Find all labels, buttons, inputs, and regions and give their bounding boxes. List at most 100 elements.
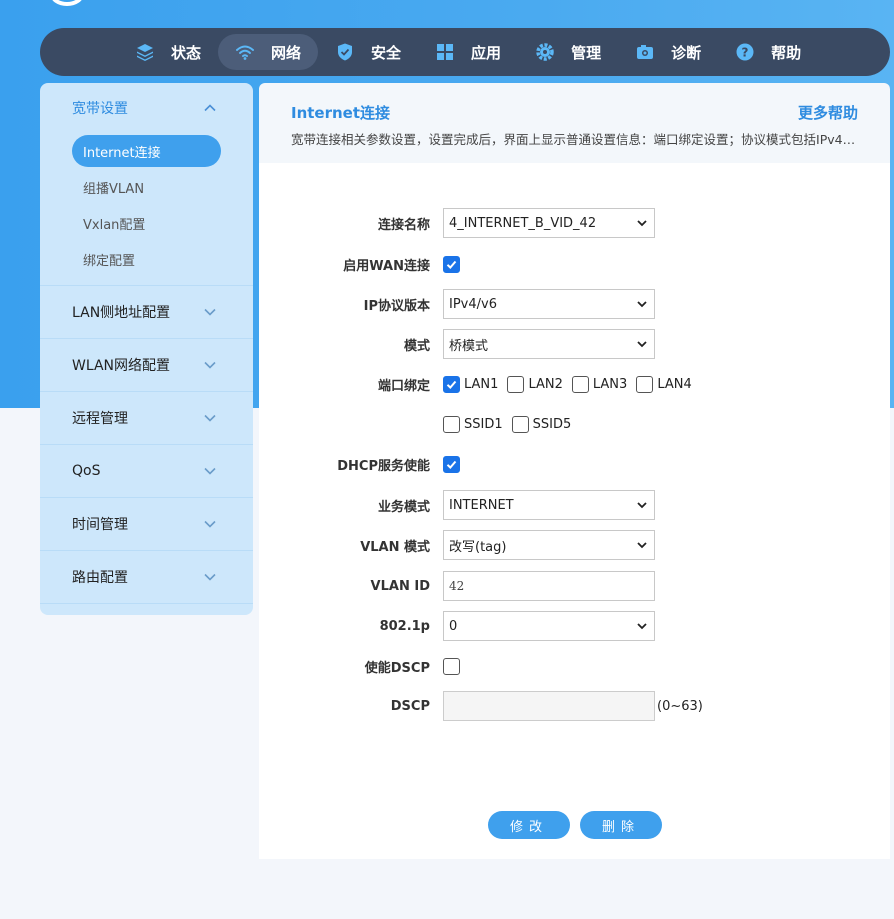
ssid5[interactable]: SSID5 bbox=[511, 415, 572, 433]
port-lan3-checkbox[interactable] bbox=[571, 375, 589, 393]
sidebar-group-label: QoS bbox=[72, 463, 101, 479]
port-lan4-checkbox[interactable] bbox=[636, 375, 654, 393]
more-help-link[interactable]: 更多帮助 bbox=[798, 102, 858, 123]
sidebar-group-lan-header[interactable]: LAN侧地址配置 bbox=[40, 286, 253, 338]
port-lan1[interactable]: LAN1 bbox=[443, 375, 499, 393]
chevron-down-icon bbox=[204, 573, 216, 581]
ip-version-label: IP协议版本 bbox=[363, 298, 430, 314]
check-icon bbox=[446, 460, 457, 469]
dscp-label: DSCP bbox=[390, 698, 430, 714]
row-service-mode: 业务模式 INTERNET bbox=[259, 490, 890, 520]
port-bind-label: 端口绑定 bbox=[377, 378, 430, 394]
port-lan1-checkbox[interactable] bbox=[443, 375, 460, 393]
dscp-input[interactable] bbox=[443, 691, 655, 721]
sidebar: 宽带设置 Internet连接 组播VLAN Vxlan配置 绑定配置 LAN侧… bbox=[40, 83, 253, 615]
sidebar-group-qos: QoS bbox=[40, 445, 253, 498]
row-dscp: DSCP (0~63) bbox=[259, 691, 890, 721]
sidebar-item-vxlan[interactable]: Vxlan配置 bbox=[72, 207, 221, 239]
sidebar-group-qos-header[interactable]: QoS bbox=[40, 445, 253, 497]
ip-version-value: IPv4/v6 bbox=[449, 296, 497, 312]
chevron-down-icon bbox=[204, 361, 216, 369]
sidebar-item-binding[interactable]: 绑定配置 bbox=[72, 243, 221, 275]
service-mode-value: INTERNET bbox=[449, 497, 514, 513]
conn-name-value: 4_INTERNET_B_VID_42 bbox=[449, 215, 597, 231]
vlan-id-label: VLAN ID bbox=[370, 578, 430, 594]
chevron-down-icon bbox=[204, 467, 216, 475]
nav-help[interactable]: ? 帮助 bbox=[718, 34, 818, 70]
port-lan2-label: LAN2 bbox=[528, 376, 563, 392]
conn-name-select[interactable]: 4_INTERNET_B_VID_42 bbox=[443, 208, 655, 238]
dhcp-label: DHCP服务使能 bbox=[337, 458, 430, 474]
sidebar-item-internet[interactable]: Internet连接 bbox=[72, 135, 221, 167]
sidebar-group-label: LAN侧地址配置 bbox=[72, 305, 171, 321]
sidebar-submenu: Internet连接 组播VLAN Vxlan配置 绑定配置 bbox=[40, 133, 253, 285]
row-vlan-id: VLAN ID 42 bbox=[259, 571, 890, 601]
nav-manage[interactable]: 管理 bbox=[518, 34, 618, 70]
sidebar-group-wlan-header[interactable]: WLAN网络配置 bbox=[40, 339, 253, 391]
nav-security[interactable]: 安全 bbox=[318, 34, 418, 70]
nav-network[interactable]: 网络 bbox=[218, 34, 319, 70]
row-port-bind: 端口绑定 LAN1 LAN2 LAN3 LAN4 bbox=[259, 369, 890, 399]
shield-icon bbox=[335, 42, 355, 62]
camera-icon bbox=[635, 42, 655, 62]
chevron-down-icon bbox=[637, 623, 647, 630]
nav-apps[interactable]: 应用 bbox=[418, 34, 518, 70]
sidebar-item-multicast-vlan[interactable]: 组播VLAN bbox=[72, 171, 221, 203]
port-lan1-label: LAN1 bbox=[464, 376, 499, 392]
port-lan3[interactable]: LAN3 bbox=[571, 375, 628, 393]
sidebar-group-broadband-header[interactable]: 宽带设置 bbox=[40, 83, 253, 133]
mode-select[interactable]: 桥模式 bbox=[443, 329, 655, 359]
ssid1[interactable]: SSID1 bbox=[443, 415, 503, 433]
row-ip-version: IP协议版本 IPv4/v6 bbox=[259, 289, 890, 319]
page-title: Internet连接 bbox=[291, 104, 391, 122]
modify-button[interactable]: 修改 bbox=[488, 811, 570, 839]
enable-wan-label: 启用WAN连接 bbox=[343, 258, 430, 274]
nav-network-label: 网络 bbox=[271, 43, 302, 62]
form-panel: 连接名称 4_INTERNET_B_VID_42 启用WAN连接 IP协议版本 … bbox=[259, 163, 890, 859]
nav-status-label: 状态 bbox=[171, 43, 202, 62]
vlan-id-input[interactable]: 42 bbox=[443, 571, 655, 601]
nav-help-label: 帮助 bbox=[771, 43, 802, 62]
ssid5-checkbox[interactable] bbox=[511, 415, 529, 433]
row-enable-wan: 启用WAN连接 bbox=[259, 249, 890, 279]
enable-wan-checkbox[interactable] bbox=[443, 255, 460, 273]
vlan-mode-label: VLAN 模式 bbox=[360, 539, 430, 555]
gear-icon bbox=[535, 42, 555, 62]
row-8021p: 802.1p 0 bbox=[259, 611, 890, 641]
sidebar-group-time-header[interactable]: 时间管理 bbox=[40, 498, 253, 550]
port-lan3-label: LAN3 bbox=[592, 376, 628, 392]
sidebar-group-route-header[interactable]: 路由配置 bbox=[40, 551, 253, 603]
row-vlan-mode: VLAN 模式 改写(tag) bbox=[259, 530, 890, 560]
mode-label: 模式 bbox=[403, 338, 430, 354]
sidebar-group-wlan: WLAN网络配置 bbox=[40, 339, 253, 392]
sidebar-group-remote-header[interactable]: 远程管理 bbox=[40, 392, 253, 444]
dscp-enable-checkbox[interactable] bbox=[443, 657, 460, 675]
delete-button[interactable]: 删除 bbox=[580, 811, 662, 839]
dscp-range: (0~63) bbox=[657, 698, 703, 714]
port-lan2[interactable]: LAN2 bbox=[507, 375, 563, 393]
sidebar-group-label: 宽带设置 bbox=[72, 101, 128, 117]
p8021-label: 802.1p bbox=[379, 618, 430, 634]
nav-diagnose[interactable]: 诊断 bbox=[618, 34, 718, 70]
row-dhcp: DHCP服务使能 bbox=[259, 449, 890, 479]
ip-version-select[interactable]: IPv4/v6 bbox=[443, 289, 655, 319]
dscp-enable-label: 使能DSCP bbox=[364, 660, 430, 676]
dhcp-checkbox[interactable] bbox=[443, 455, 460, 473]
service-mode-select[interactable]: INTERNET bbox=[443, 490, 655, 520]
sidebar-group-label: 远程管理 bbox=[72, 411, 128, 427]
chevron-down-icon bbox=[204, 520, 216, 528]
ssid5-label: SSID5 bbox=[532, 416, 572, 432]
ssid1-checkbox[interactable] bbox=[443, 415, 460, 433]
port-lan4[interactable]: LAN4 bbox=[636, 375, 692, 393]
sidebar-group-route: 路由配置 bbox=[40, 551, 253, 604]
layers-icon bbox=[135, 42, 155, 62]
chevron-down-icon bbox=[637, 220, 647, 227]
chevron-down-icon bbox=[637, 542, 647, 549]
ssid1-label: SSID1 bbox=[464, 416, 503, 432]
p8021-select[interactable]: 0 bbox=[443, 611, 655, 641]
vlan-mode-select[interactable]: 改写(tag) bbox=[443, 530, 655, 560]
port-lan2-checkbox[interactable] bbox=[507, 375, 525, 393]
service-mode-label: 业务模式 bbox=[377, 499, 430, 515]
nav-status[interactable]: 状态 bbox=[118, 34, 218, 70]
svg-text:?: ? bbox=[742, 46, 749, 60]
